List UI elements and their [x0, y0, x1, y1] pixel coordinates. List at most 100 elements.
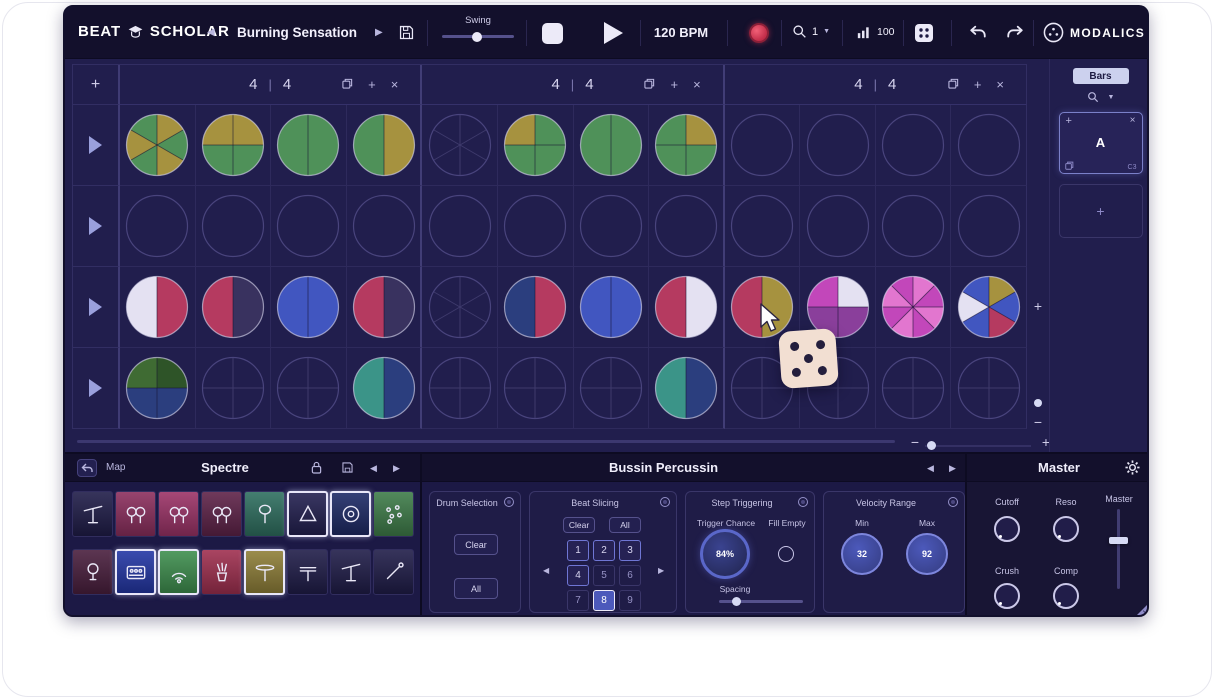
beat-cell-r2-c3[interactable] [271, 186, 347, 267]
fill-empty-toggle[interactable] [778, 546, 794, 562]
beat-cell-r1-c10[interactable] [800, 105, 876, 186]
slice-prev-icon[interactable]: ◀ [543, 566, 549, 575]
beat-cell-r1-c4[interactable] [347, 105, 423, 186]
search-icon[interactable] [1087, 91, 1099, 103]
copy-measure-icon[interactable] [948, 76, 959, 94]
spacing-handle[interactable] [732, 597, 741, 606]
beat-cell-r1-c3[interactable] [271, 105, 347, 186]
swing-slider[interactable] [442, 35, 514, 38]
remove-measure-button[interactable]: × [391, 78, 399, 91]
beat-cell-r2-c12[interactable] [951, 186, 1027, 267]
beat-cell-r2-c8[interactable] [649, 186, 725, 267]
next-kit-button[interactable]: ▶ [393, 463, 400, 474]
vertical-zoom-out-button[interactable]: − [1029, 413, 1047, 431]
drum-pad-9[interactable] [72, 549, 113, 595]
horizontal-zoom-out-button[interactable]: − [906, 433, 924, 451]
beat-cell-r4-c11[interactable] [876, 348, 952, 429]
copy-measure-icon[interactable] [644, 76, 655, 94]
beat-slicing-radio[interactable] [660, 497, 670, 507]
slice-count-2[interactable]: 2 [593, 540, 615, 561]
drum-pad-14[interactable] [287, 549, 328, 595]
redo-button[interactable] [1005, 24, 1025, 42]
master-fader[interactable] [1117, 509, 1120, 589]
remove-pattern-icon[interactable]: × [1130, 115, 1136, 126]
play-button[interactable] [604, 22, 623, 44]
velocity-max-knob[interactable]: 92 [906, 533, 948, 575]
beat-cell-r4-c1[interactable] [120, 348, 196, 429]
map-back-button[interactable] [77, 459, 97, 477]
beat-cell-r1-c8[interactable] [649, 105, 725, 186]
beat-cell-r1-c2[interactable] [196, 105, 272, 186]
add-measure-button[interactable]: + [368, 78, 376, 91]
beat-cell-r1-c9[interactable] [725, 105, 801, 186]
reso-knob[interactable] [1053, 516, 1079, 542]
beat-cell-r4-c6[interactable] [498, 348, 574, 429]
drum-pad-16[interactable] [373, 549, 414, 595]
slice-count-4[interactable]: 4 [567, 565, 589, 586]
drum-pad-13[interactable] [244, 549, 285, 595]
pattern-slot-a[interactable]: + × A C3 [1059, 112, 1143, 174]
slice-next-icon[interactable]: ▶ [658, 566, 664, 575]
beat-cell-r1-c12[interactable] [951, 105, 1027, 186]
beat-cell-r1-c11[interactable] [876, 105, 952, 186]
drum-pad-8[interactable] [373, 491, 414, 537]
quantize-control[interactable]: 1 ▼ [792, 24, 830, 39]
row-play-button-3[interactable] [73, 267, 120, 348]
beat-cell-r3-c4[interactable] [347, 267, 423, 348]
slice-count-8[interactable]: 8 [593, 590, 615, 611]
drum-all-button[interactable]: All [454, 578, 498, 599]
beat-cell-r4-c2[interactable] [196, 348, 272, 429]
copy-measure-icon[interactable] [342, 76, 353, 94]
trigger-chance-knob[interactable]: 84% [700, 529, 750, 579]
beat-cell-r2-c9[interactable] [725, 186, 801, 267]
stop-button[interactable] [542, 23, 563, 44]
drum-pad-6[interactable] [287, 491, 328, 537]
save-icon[interactable] [398, 24, 415, 41]
empty-pattern-slot[interactable]: + [1059, 184, 1143, 238]
slice-count-3[interactable]: 3 [619, 540, 641, 561]
crush-knob[interactable] [994, 583, 1020, 609]
beat-cell-r3-c11[interactable] [876, 267, 952, 348]
next-drum-button[interactable]: ▶ [949, 463, 956, 474]
horizontal-zoom-track[interactable] [925, 445, 1031, 447]
prev-kit-button[interactable]: ◀ [370, 463, 377, 474]
slice-count-1[interactable]: 1 [567, 540, 589, 561]
velocity-range-radio[interactable] [948, 497, 958, 507]
beat-cell-r3-c6[interactable] [498, 267, 574, 348]
chevron-down-icon[interactable]: ▼ [1108, 94, 1115, 101]
bpm-display[interactable]: 120 BPM [643, 7, 719, 59]
prev-drum-button[interactable]: ◀ [927, 463, 934, 474]
beat-cell-r2-c7[interactable] [574, 186, 650, 267]
beat-cell-r4-c8[interactable] [649, 348, 725, 429]
slice-all-button[interactable]: All [609, 517, 641, 533]
beat-cell-r2-c1[interactable] [120, 186, 196, 267]
comp-knob[interactable] [1053, 583, 1079, 609]
record-button[interactable] [749, 23, 769, 43]
remove-measure-button[interactable]: × [693, 78, 701, 91]
drum-pad-7[interactable] [330, 491, 371, 537]
beat-cell-r3-c5[interactable] [422, 267, 498, 348]
add-measure-button[interactable]: + [670, 78, 678, 91]
beat-cell-r3-c7[interactable] [574, 267, 650, 348]
vertical-zoom-handle[interactable] [1034, 399, 1042, 407]
slice-count-5[interactable]: 5 [593, 565, 615, 586]
beat-cell-r2-c4[interactable] [347, 186, 423, 267]
drum-pad-1[interactable] [72, 491, 113, 537]
beat-cell-r1-c5[interactable] [422, 105, 498, 186]
row-play-button-4[interactable] [73, 348, 120, 429]
timeline-scrollbar[interactable] [77, 440, 895, 443]
add-row-button[interactable]: + [73, 65, 120, 105]
drum-clear-button[interactable]: Clear [454, 534, 498, 555]
beat-cell-r1-c1[interactable] [120, 105, 196, 186]
next-preset-button[interactable]: ▶ [375, 7, 383, 59]
drum-pad-5[interactable] [244, 491, 285, 537]
velocity-min-knob[interactable]: 32 [841, 533, 883, 575]
beat-cell-r3-c2[interactable] [196, 267, 272, 348]
beat-cell-r4-c3[interactable] [271, 348, 347, 429]
beat-cell-r3-c1[interactable] [120, 267, 196, 348]
drum-pad-10[interactable] [115, 549, 156, 595]
beat-cell-r2-c5[interactable] [422, 186, 498, 267]
slice-count-6[interactable]: 6 [619, 565, 641, 586]
row-play-button-1[interactable] [73, 105, 120, 186]
drum-pad-12[interactable] [201, 549, 242, 595]
